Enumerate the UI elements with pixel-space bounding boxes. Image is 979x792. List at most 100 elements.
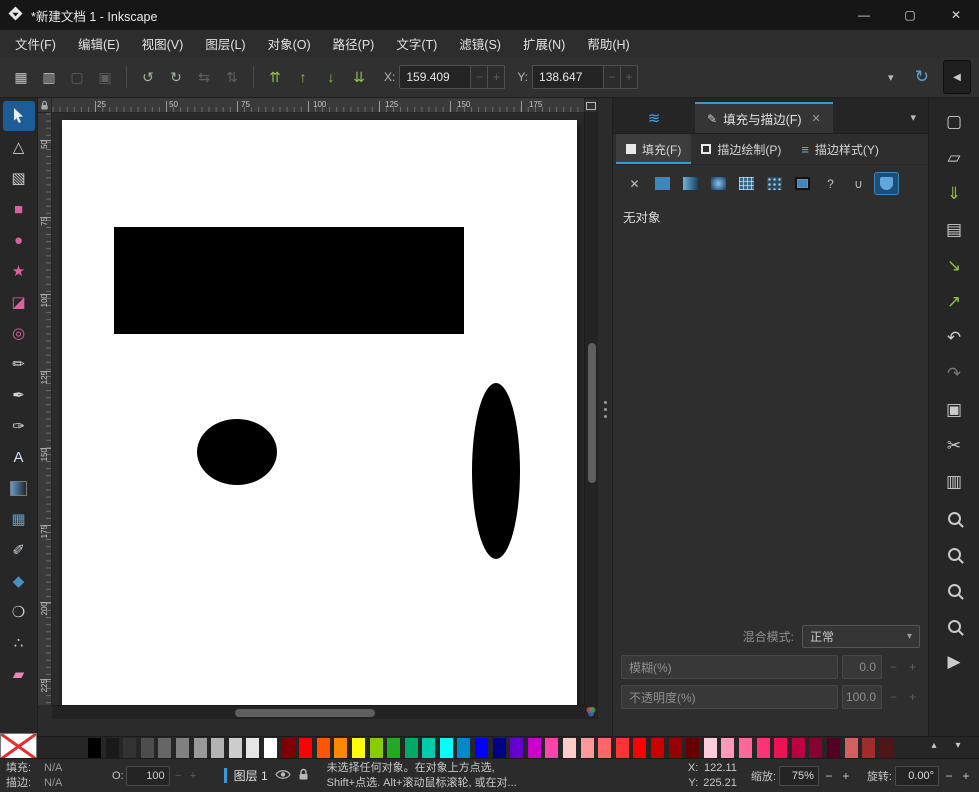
node-tool[interactable]: △ bbox=[3, 132, 35, 162]
palette-swatch[interactable] bbox=[211, 738, 224, 758]
palette-swatch[interactable] bbox=[457, 738, 470, 758]
x-increment-button[interactable]: + bbox=[488, 65, 505, 89]
select-all-button[interactable]: ▦ bbox=[8, 64, 34, 90]
palette-swatch[interactable] bbox=[774, 738, 787, 758]
canvas-viewport[interactable] bbox=[52, 113, 584, 705]
blur-value-input[interactable]: 0.0 bbox=[842, 655, 882, 679]
zoom-tool-button[interactable] bbox=[936, 538, 972, 570]
rotation-inc-button[interactable]: + bbox=[959, 769, 973, 783]
layer-lock-icon[interactable] bbox=[298, 768, 309, 784]
opacity-decrement-button[interactable]: − bbox=[886, 685, 901, 709]
dock-resize-handle[interactable] bbox=[598, 113, 612, 705]
palette-swatch[interactable] bbox=[141, 738, 154, 758]
menu-item-8[interactable]: 滤镜(S) bbox=[448, 30, 512, 57]
mesh-gradient-tool[interactable]: ▦ bbox=[3, 504, 35, 534]
vertical-scrollbar-thumb[interactable] bbox=[588, 343, 596, 483]
palette-swatch[interactable] bbox=[229, 738, 242, 758]
palette-swatch[interactable] bbox=[545, 738, 558, 758]
paint-radial-gradient-button[interactable] bbox=[707, 173, 730, 194]
raise-to-top-button[interactable]: ⇈ bbox=[262, 64, 288, 90]
palette-swatch[interactable] bbox=[792, 738, 805, 758]
palette-swatch[interactable] bbox=[721, 738, 734, 758]
palette-swatch[interactable] bbox=[317, 738, 330, 758]
paint-swatch-button[interactable] bbox=[791, 173, 814, 194]
rotation-value-input[interactable]: 0.00° bbox=[895, 766, 939, 786]
horizontal-scrollbar[interactable] bbox=[52, 705, 584, 719]
canvas-page[interactable] bbox=[62, 120, 577, 705]
ruler-left[interactable]: 5075100125150175200225 bbox=[38, 113, 52, 705]
palette-swatch[interactable] bbox=[106, 738, 119, 758]
close-button[interactable]: ✕ bbox=[933, 0, 979, 30]
menu-item-7[interactable]: 文字(T) bbox=[385, 30, 448, 57]
palette-swatch[interactable] bbox=[387, 738, 400, 758]
palette-swatch[interactable] bbox=[739, 738, 752, 758]
palette-swatch[interactable] bbox=[123, 738, 136, 758]
palette-swatch[interactable] bbox=[880, 738, 893, 758]
collapse-toolbar-button[interactable]: ◀ bbox=[943, 60, 971, 94]
selection-box-button[interactable]: ▣ bbox=[92, 64, 118, 90]
toolbar-overflow-chevron-icon[interactable]: ▾ bbox=[881, 71, 901, 84]
dropper-tool[interactable]: ✐ bbox=[3, 535, 35, 565]
y-increment-button[interactable]: + bbox=[621, 65, 638, 89]
menu-item-10[interactable]: 帮助(H) bbox=[576, 30, 640, 57]
spiral-tool[interactable]: ◎ bbox=[3, 318, 35, 348]
gradient-tool[interactable] bbox=[3, 473, 35, 503]
palette-swatch[interactable] bbox=[757, 738, 770, 758]
dock-menu-chevron-icon[interactable]: ▾ bbox=[898, 102, 928, 133]
blur-slider[interactable]: 模糊(%) bbox=[621, 655, 838, 679]
star-tool[interactable]: ★ bbox=[3, 256, 35, 286]
cut-button[interactable]: ✂ bbox=[936, 430, 972, 462]
tab-stroke-paint[interactable]: 描边绘制(P) bbox=[691, 134, 791, 164]
blend-mode-select[interactable]: 正常 ▾ bbox=[802, 625, 920, 648]
tab-fill[interactable]: 填充(F) bbox=[616, 134, 691, 164]
palette-swatch[interactable] bbox=[563, 738, 576, 758]
deselect-button[interactable]: ▢ bbox=[64, 64, 90, 90]
menu-item-5[interactable]: 对象(O) bbox=[257, 30, 322, 57]
pencil-tool[interactable]: ✏ bbox=[3, 349, 35, 379]
palette-swatch[interactable] bbox=[405, 738, 418, 758]
ruler-top[interactable]: 255075100125150175 bbox=[52, 98, 584, 113]
palette-swatch[interactable] bbox=[334, 738, 347, 758]
menu-item-3[interactable]: 视图(V) bbox=[131, 30, 195, 57]
paint-linear-gradient-button[interactable] bbox=[679, 173, 702, 194]
current-layer-label[interactable]: 图层 1 bbox=[234, 767, 268, 784]
dock-tab-swatches[interactable]: ≋ bbox=[613, 102, 695, 133]
box3d-tool[interactable]: ◪ bbox=[3, 287, 35, 317]
opacity-increment-button[interactable]: + bbox=[905, 685, 920, 709]
ruler-lock-icon[interactable] bbox=[38, 98, 52, 113]
x-position-input[interactable]: 159.409 bbox=[399, 65, 471, 89]
layer-visibility-eye-icon[interactable] bbox=[275, 769, 291, 783]
palette-swatch[interactable] bbox=[194, 738, 207, 758]
rotate-cw-button[interactable]: ↻ bbox=[163, 64, 189, 90]
rectangle-tool[interactable]: ■ bbox=[3, 194, 35, 224]
zoom-page-button[interactable] bbox=[936, 574, 972, 606]
palette-swatch[interactable] bbox=[827, 738, 840, 758]
print-document-button[interactable]: ▤ bbox=[936, 214, 972, 246]
palette-swatch[interactable] bbox=[686, 738, 699, 758]
find-replace-button[interactable] bbox=[936, 502, 972, 534]
fill-stroke-indicator[interactable]: 填充: N/A 描边: N/A bbox=[6, 761, 86, 790]
palette-swatch[interactable] bbox=[598, 738, 611, 758]
palette-scroll-down-icon[interactable]: ▾ bbox=[949, 740, 967, 751]
opacity-slider[interactable]: 不透明度(%) bbox=[621, 685, 838, 709]
ellipse-tool[interactable]: ● bbox=[3, 225, 35, 255]
blur-decrement-button[interactable]: − bbox=[886, 655, 901, 679]
palette-swatch[interactable] bbox=[862, 738, 875, 758]
duplicate-button[interactable]: ▣ bbox=[936, 394, 972, 426]
calligraphy-tool[interactable]: ✑ bbox=[3, 411, 35, 441]
no-color-swatch[interactable] bbox=[0, 733, 37, 760]
opacity-value-input[interactable]: 100.0 bbox=[842, 685, 882, 709]
undo-button[interactable]: ↶ bbox=[936, 322, 972, 354]
flip-vertical-button[interactable]: ⇅ bbox=[219, 64, 245, 90]
palette-swatch[interactable] bbox=[422, 738, 435, 758]
menu-item-2[interactable]: 编辑(E) bbox=[67, 30, 131, 57]
paste-button[interactable]: ▥ bbox=[936, 466, 972, 498]
palette-swatch[interactable] bbox=[282, 738, 295, 758]
palette-swatch[interactable] bbox=[651, 738, 664, 758]
palette-swatch[interactable] bbox=[299, 738, 312, 758]
palette-scroll-up-icon[interactable]: ▴ bbox=[925, 740, 943, 751]
palette-swatch[interactable] bbox=[669, 738, 682, 758]
menu-item-1[interactable]: 文件(F) bbox=[4, 30, 67, 57]
object-opacity-input[interactable]: 100 bbox=[126, 766, 170, 786]
spray-tool[interactable]: ∴ bbox=[3, 628, 35, 658]
